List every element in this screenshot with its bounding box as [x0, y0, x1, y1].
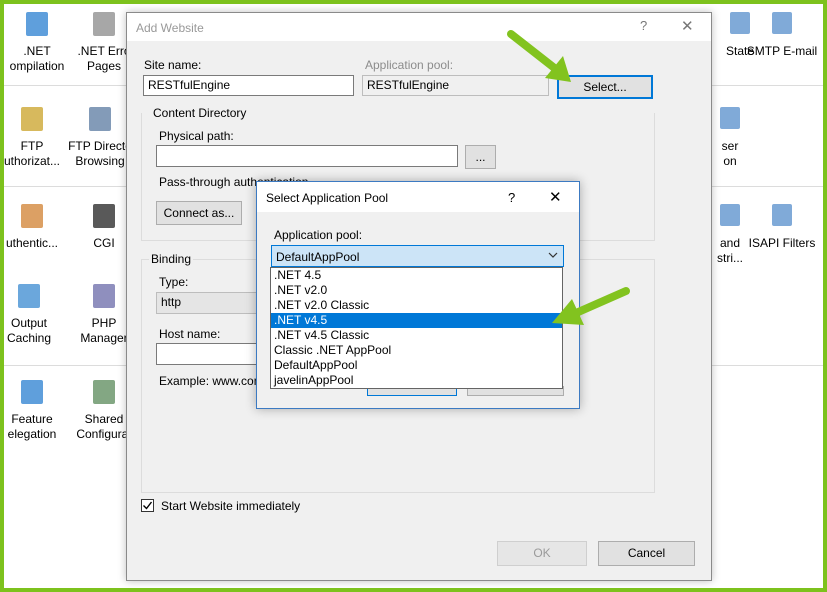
- app-pool-label: Application pool:: [274, 228, 363, 242]
- app-pool-option[interactable]: Classic .NET AppPool: [271, 343, 562, 358]
- app-pool-option[interactable]: .NET v2.0: [271, 283, 562, 298]
- app-pool-option[interactable]: .NET v2.0 Classic: [271, 298, 562, 313]
- connect-as-button[interactable]: Connect as...: [156, 201, 242, 225]
- host-name-label: Host name:: [159, 327, 221, 341]
- site-name-input[interactable]: RESTfulEngine: [143, 75, 354, 96]
- feature-tile-label: SMTP E-mail: [746, 44, 818, 58]
- site-name-label: Site name:: [144, 58, 202, 72]
- feature-tile[interactable]: uthentic...: [0, 200, 72, 251]
- feature-tile[interactable]: Output Caching: [0, 280, 69, 346]
- net-compilation-icon: [21, 8, 53, 40]
- close-icon[interactable]: ✕: [549, 188, 562, 206]
- app-pool-option[interactable]: .NET v4.5: [271, 313, 562, 328]
- arrow-annotation-icon: [507, 30, 571, 82]
- app-pool-dropdown-list: .NET 4.5 .NET v2.0 .NET v2.0 Classic .NET v…: [270, 267, 563, 389]
- app-pool-option[interactable]: DefaultAppPool: [271, 358, 562, 373]
- start-immediately-checkbox[interactable]: [141, 499, 154, 512]
- output-caching-icon: [13, 280, 45, 312]
- chevron-down-icon: [548, 252, 558, 258]
- smtp-icon: [766, 8, 798, 40]
- feature-tile[interactable]: SMTP E-mail: [742, 8, 822, 59]
- app-pool-label: Application pool:: [365, 58, 454, 72]
- type-label: Type:: [159, 275, 189, 289]
- help-icon[interactable]: ?: [508, 190, 515, 205]
- example-text: Example: www.con: [159, 374, 261, 388]
- combobox-value: DefaultAppPool: [276, 250, 360, 264]
- dialog-title: Select Application Pool: [266, 191, 389, 205]
- error-pages-icon: [88, 8, 120, 40]
- app-pool-option[interactable]: .NET v4.5 Classic: [271, 328, 562, 343]
- content-directory-label: Content Directory: [151, 106, 249, 120]
- feature-tile[interactable]: ISAPI Filters: [742, 200, 822, 251]
- feature-tile[interactable]: Feature elegation: [0, 376, 72, 442]
- cgi-icon: [88, 200, 120, 232]
- app-pool-option[interactable]: javelinAppPool: [271, 373, 562, 388]
- dialog-title-bar: Select Application Pool ? ✕: [257, 182, 579, 212]
- help-icon[interactable]: ?: [640, 18, 647, 33]
- shared-config-icon: [88, 376, 120, 408]
- physical-path-input[interactable]: [156, 145, 458, 167]
- authentication-icon: [16, 200, 48, 232]
- physical-path-label: Physical path:: [159, 129, 234, 143]
- ok-button[interactable]: OK: [497, 541, 587, 566]
- host-name-input[interactable]: [156, 343, 258, 365]
- dialog-title: Add Website: [136, 21, 204, 35]
- title-bar: Add Website ? ✕: [127, 13, 711, 41]
- checkmark-icon: [143, 501, 153, 510]
- user-icon: [714, 103, 746, 135]
- isapi-filters-icon: [766, 200, 798, 232]
- ftp-authorization-icon: [16, 103, 48, 135]
- browse-button[interactable]: ...: [465, 145, 496, 169]
- ftp-browsing-icon: [84, 103, 116, 135]
- arrow-annotation-icon: [552, 287, 630, 325]
- feature-tile-label: Feature elegation: [7, 412, 57, 441]
- app-pool-option[interactable]: .NET 4.5: [271, 268, 562, 283]
- feature-delegation-icon: [16, 376, 48, 408]
- cancel-button[interactable]: Cancel: [598, 541, 695, 566]
- feature-tile-label: uthentic...: [5, 236, 59, 250]
- php-manager-icon: [88, 280, 120, 312]
- close-icon[interactable]: ✕: [681, 17, 694, 35]
- start-immediately-label: Start Website immediately: [161, 499, 301, 513]
- feature-tile-label: ISAPI Filters: [748, 236, 816, 250]
- feature-tile-label: Output Caching: [6, 316, 52, 345]
- app-pool-combobox[interactable]: DefaultAppPool: [271, 245, 564, 267]
- binding-label: Binding: [149, 252, 194, 266]
- type-select[interactable]: http: [156, 292, 258, 314]
